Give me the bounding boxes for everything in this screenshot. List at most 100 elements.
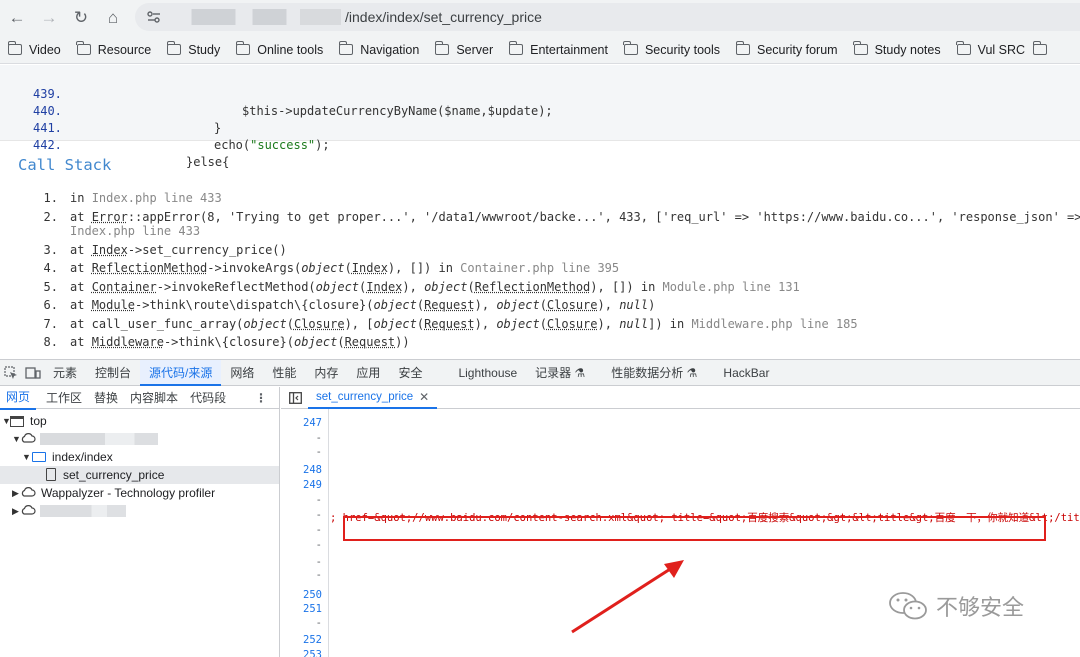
- toggle-navigator-icon[interactable]: [289, 391, 302, 404]
- tree-node-host[interactable]: ▼: [0, 430, 279, 448]
- red-arrow-annotation: [571, 560, 684, 634]
- flask-icon: ⚗: [574, 365, 586, 380]
- gutter-line-number: 249: [303, 479, 322, 491]
- stack-item: 7. at call_user_func_array(object(Closur…: [43, 316, 858, 331]
- gutter-line-number: 253: [303, 649, 322, 657]
- folder-icon: [338, 41, 354, 55]
- tree-node-folder[interactable]: ▼ index/index: [0, 448, 279, 466]
- tab-memory[interactable]: 内存: [305, 360, 347, 386]
- stack-text: in Index.php line 433: [70, 191, 222, 205]
- bookmark-security-tools[interactable]: Security tools: [623, 41, 720, 57]
- folder-icon: [735, 41, 750, 55]
- gutter-line-number: 247: [303, 417, 322, 429]
- home-icon[interactable]: ⌂: [98, 3, 128, 33]
- tab-recorder[interactable]: 记录器 ⚗: [526, 360, 594, 386]
- tab-performance-insights[interactable]: 性能数据分析 ⚗: [602, 360, 706, 386]
- stack-item: 5. at Container->invokeReflectMethod(obj…: [43, 279, 800, 294]
- stack-item: 2. at Error::appError(8, 'Trying to get …: [0, 208, 1080, 241]
- stack-item: 3. at Index->set_currency_price(): [43, 242, 287, 257]
- tree-node-top[interactable]: ▼ top: [0, 412, 279, 430]
- sources-navigator: 网页 工作区 替换 内容脚本 代码段 ⋮ ▼ top ▼ ▼ index/ind…: [0, 387, 280, 657]
- source-code-block: 439. $this->updateCurrencyByName($name,$…: [0, 65, 1080, 169]
- gutter-line-number: -: [315, 494, 322, 506]
- folder-icon: [853, 41, 868, 55]
- stack-text: at call_user_func_array(object(Closure),…: [70, 316, 858, 331]
- bookmark-online-tools[interactable]: Online tools: [235, 41, 323, 57]
- cloud-icon: [21, 433, 36, 443]
- bookmark-security-forum[interactable]: Security forum: [735, 41, 838, 57]
- stack-item: 8. at Middleware->think\{closure}(object…: [43, 335, 410, 349]
- bookmark-study[interactable]: Study: [166, 41, 220, 57]
- bookmark-server[interactable]: Server: [434, 41, 493, 57]
- gutter-line-number: -: [315, 569, 322, 581]
- tab-lighthouse[interactable]: Lighthouse: [449, 360, 526, 386]
- code-line: 441. echo("success");: [33, 121, 330, 152]
- collapse-arrow-icon[interactable]: ▶: [12, 502, 19, 520]
- reload-icon[interactable]: ↻: [66, 3, 96, 33]
- tree-node-extension[interactable]: ▶ Wappalyzer - Technology profiler: [0, 484, 279, 502]
- tab-elements[interactable]: 元素: [44, 360, 86, 386]
- stack-text: at Container->invokeReflectMethod(object…: [70, 279, 800, 294]
- folder-icon: [434, 41, 450, 55]
- expand-arrow-icon[interactable]: ▼: [22, 448, 31, 466]
- inspect-element-icon[interactable]: [0, 362, 22, 384]
- back-icon[interactable]: ←: [2, 3, 32, 33]
- gutter-line-number: -: [315, 446, 322, 458]
- url-path: /index/index/set_currency_price: [345, 9, 542, 25]
- tab-console[interactable]: 控制台: [86, 360, 140, 386]
- tab-overrides[interactable]: 替换: [88, 387, 124, 409]
- stack-text: at Module->think\route\dispatch\{closure…: [70, 298, 656, 312]
- folder-icon: [32, 452, 46, 462]
- gutter-line-number: -: [315, 539, 322, 551]
- line-gutter: 247- -248 249- - - - - -250 251-252 253: [281, 409, 329, 657]
- watermark: 不够安全: [888, 590, 1024, 622]
- tab-network[interactable]: 网络: [221, 360, 263, 386]
- collapse-arrow-icon[interactable]: ▶: [12, 484, 19, 502]
- flask-icon: ⚗: [686, 365, 698, 380]
- bookmark-video[interactable]: Video: [7, 41, 61, 57]
- forward-icon[interactable]: →: [34, 3, 64, 33]
- gutter-line-number: 251: [303, 603, 322, 615]
- navigator-tabs: 网页 工作区 替换 内容脚本 代码段 ⋮: [0, 386, 279, 410]
- tab-snippets[interactable]: 代码段: [184, 387, 232, 409]
- more-options-icon[interactable]: ⋮: [255, 391, 267, 405]
- bookmark-vul-src[interactable]: Vul SRC: [956, 41, 1025, 57]
- devtools-tabbar: 元素 控制台 源代码/来源 网络 性能 内存 应用 安全 Lighthouse …: [0, 359, 1080, 386]
- call-stack-title: Call Stack: [18, 156, 112, 174]
- bookmark-resource[interactable]: Resource: [76, 41, 151, 57]
- tab-application[interactable]: 应用: [347, 360, 389, 386]
- tab-page[interactable]: 网页: [0, 386, 37, 410]
- bookmarks-bar: Video Resource Study Online tools Naviga…: [0, 36, 1080, 64]
- tab-performance[interactable]: 性能: [263, 360, 305, 386]
- folder-icon: [76, 41, 91, 55]
- tab-sources[interactable]: 源代码/来源: [140, 359, 222, 386]
- gutter-line-number: -: [315, 524, 322, 536]
- stack-item: 4. at ReflectionMethod->invokeArgs(objec…: [43, 261, 620, 275]
- redacted-host: [171, 9, 341, 25]
- gutter-line-number: -: [315, 432, 322, 444]
- address-bar[interactable]: /index/index/set_currency_price: [135, 3, 1080, 31]
- bookmark-navigation[interactable]: Navigation: [338, 41, 419, 57]
- stack-item: 1. in Index.php line 433: [43, 191, 222, 205]
- folder-icon: [235, 41, 251, 55]
- tab-hackbar[interactable]: HackBar: [714, 360, 778, 386]
- gutter-line-number: -: [315, 509, 322, 521]
- close-icon[interactable]: ✕: [419, 390, 429, 404]
- device-toolbar-icon[interactable]: [22, 362, 44, 384]
- file-icon: [46, 468, 56, 481]
- stack-text: at Index->set_currency_price(): [70, 242, 287, 257]
- bookmark-study-notes[interactable]: Study notes: [853, 41, 941, 57]
- bookmark-entertainment[interactable]: Entertainment: [508, 41, 608, 57]
- gutter-line-number: -: [315, 617, 322, 629]
- tree-node-file[interactable]: set_currency_price: [0, 466, 279, 484]
- tab-content-scripts[interactable]: 内容脚本: [124, 387, 184, 409]
- tree-node-other[interactable]: ▶: [0, 502, 279, 520]
- code-line: 442. }else{: [33, 138, 230, 169]
- editor-tab-file[interactable]: set_currency_price ✕: [308, 387, 438, 409]
- tab-security[interactable]: 安全: [389, 360, 431, 386]
- gutter-line-number: -: [315, 556, 322, 568]
- gutter-line-number: 248: [303, 464, 322, 476]
- site-info-icon[interactable]: [141, 6, 167, 28]
- tab-workspace[interactable]: 工作区: [40, 387, 88, 409]
- bookmark-more[interactable]: [1032, 41, 1054, 55]
